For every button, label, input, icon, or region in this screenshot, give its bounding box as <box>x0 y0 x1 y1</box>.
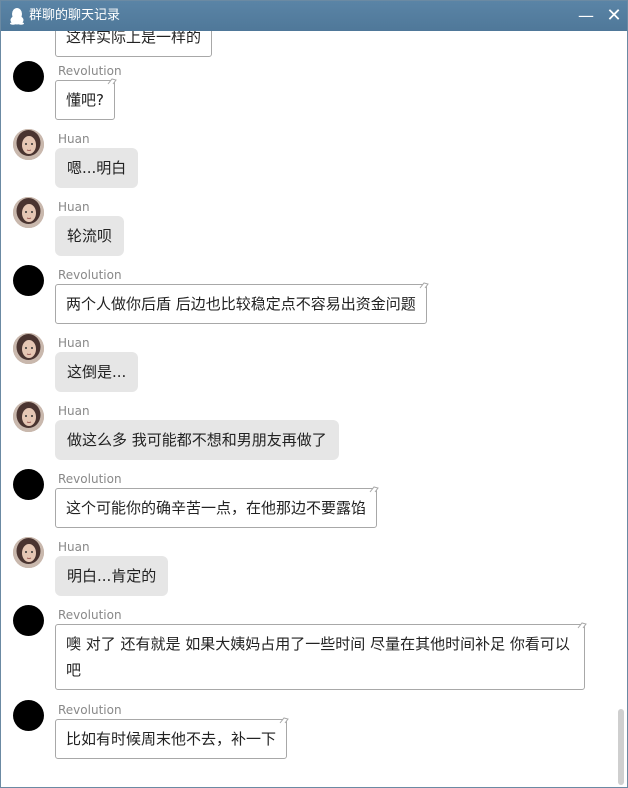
message-bubble: 做这么多 我可能都不想和男朋友再做了 <box>55 420 339 460</box>
message-bubble: 嗯...明白 <box>55 148 139 188</box>
user-photo-icon <box>13 537 44 568</box>
qq-penguin-icon <box>10 8 24 25</box>
avatar[interactable] <box>13 197 44 228</box>
avatar[interactable] <box>13 401 44 432</box>
message-text: 两个人做你后盾 后边也比较稳定点不容易出资金问题 <box>66 295 416 313</box>
close-icon: ✕ <box>606 5 622 26</box>
message-list[interactable]: 这样实际上是一样的 Revolution 懂吧? Huan 嗯...明白 Hua… <box>1 31 627 787</box>
avatar[interactable] <box>13 265 44 296</box>
message-text: 这个可能你的确辛苦一点，在他那边不要露馅 <box>66 499 367 517</box>
message-text: 噢 对了 还有就是 如果大姨妈占用了一些时间 尽量在其他时间补足 你看可以吧 <box>66 635 570 679</box>
sender-name: Huan <box>58 336 90 350</box>
chat-history-window: 群聊的聊天记录 — ✕ 这样实际上是一样的 Revolution 懂吧? Hua… <box>0 0 628 788</box>
close-button[interactable]: ✕ <box>603 5 625 27</box>
minimize-icon: — <box>578 6 594 25</box>
minimize-button[interactable]: — <box>575 5 597 27</box>
window-title: 群聊的聊天记录 <box>29 8 121 23</box>
message-bubble: 懂吧? <box>55 78 117 120</box>
avatar[interactable] <box>13 469 44 500</box>
message-text: 这倒是... <box>67 363 127 381</box>
sender-name: Revolution <box>58 703 122 717</box>
avatar[interactable] <box>13 129 44 160</box>
scrollbar-thumb[interactable] <box>618 709 624 785</box>
message-bubble: 这个可能你的确辛苦一点，在他那边不要露馅 <box>55 486 379 528</box>
message-bubble: 这倒是... <box>55 352 139 392</box>
bubble-curl-icon <box>279 717 289 724</box>
avatar[interactable] <box>13 605 44 636</box>
bubble-curl-icon <box>107 78 117 85</box>
avatar[interactable] <box>13 700 44 731</box>
sender-name: Huan <box>58 540 90 554</box>
bubble-curl-icon <box>369 486 379 493</box>
message-bubble: 明白...肯定的 <box>55 556 169 596</box>
bubble-curl-icon <box>419 282 429 289</box>
user-photo-icon <box>13 129 44 160</box>
message-text: 比如有时候周末他不去，补一下 <box>66 730 277 748</box>
avatar[interactable] <box>13 537 44 568</box>
message-bubble: 噢 对了 还有就是 如果大姨妈占用了一些时间 尽量在其他时间补足 你看可以吧 <box>55 622 587 690</box>
sender-name: Revolution <box>58 64 122 78</box>
avatar[interactable] <box>13 61 44 92</box>
sender-name: Huan <box>58 132 90 146</box>
message-bubble: 轮流呗 <box>55 216 125 256</box>
message-text: 嗯...明白 <box>67 159 127 177</box>
title-bar[interactable]: 群聊的聊天记录 — ✕ <box>1 1 627 31</box>
sender-name: Huan <box>58 404 90 418</box>
message-bubble: 比如有时候周末他不去，补一下 <box>55 717 289 759</box>
message-bubble: 这样实际上是一样的 <box>55 31 213 57</box>
vertical-scrollbar[interactable] <box>615 31 627 787</box>
sender-name: Revolution <box>58 472 122 486</box>
message-text: 轮流呗 <box>67 227 113 245</box>
sender-name: Revolution <box>58 608 122 622</box>
user-photo-icon <box>13 197 44 228</box>
sender-name: Huan <box>58 200 90 214</box>
message-text: 这样实际上是一样的 <box>66 31 202 46</box>
user-photo-icon <box>13 333 44 364</box>
avatar[interactable] <box>13 333 44 364</box>
message-text: 懂吧? <box>66 91 104 109</box>
message-text: 明白...肯定的 <box>67 567 157 585</box>
message-bubble: 两个人做你后盾 后边也比较稳定点不容易出资金问题 <box>55 282 429 324</box>
sender-name: Revolution <box>58 268 122 282</box>
user-photo-icon <box>13 401 44 432</box>
message-text: 做这么多 我可能都不想和男朋友再做了 <box>67 431 327 449</box>
bubble-curl-icon <box>577 622 587 629</box>
